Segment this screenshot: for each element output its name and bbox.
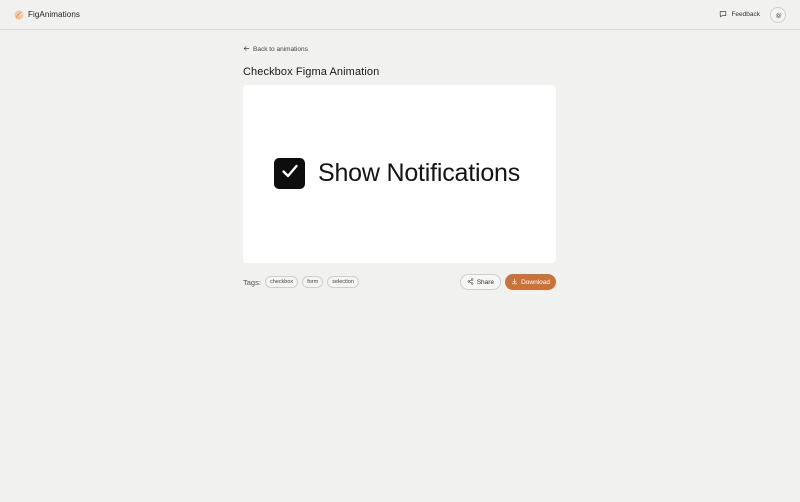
demo-label: Show Notifications [318, 159, 521, 187]
main-content: Back to animations Checkbox Figma Animat… [243, 43, 556, 290]
share-icon [467, 277, 474, 287]
feedback-label: Feedback [731, 11, 760, 18]
demo-checkbox [274, 158, 305, 189]
settings-button[interactable] [770, 6, 786, 24]
back-label: Back to animations [253, 45, 308, 53]
brand-name: FigAnimations [28, 10, 80, 19]
demo-checkbox-row: Show Notifications [274, 158, 520, 189]
checkmark-icon [280, 161, 300, 186]
animation-preview: Show Notifications [243, 85, 556, 263]
page-title: Checkbox Figma Animation [243, 66, 380, 78]
feedback-button[interactable]: Feedback [719, 10, 760, 20]
download-icon [511, 278, 518, 287]
back-link[interactable]: Back to animations [243, 43, 556, 55]
meta-row: Tags: checkbox form selection Share Down… [243, 274, 556, 290]
brand-link[interactable]: FigAnimations [14, 9, 80, 20]
actions: Share Download [459, 274, 556, 290]
tag-checkbox[interactable]: checkbox [264, 276, 299, 288]
swirl-logo-icon [14, 9, 24, 20]
chat-icon [719, 10, 727, 20]
tags-list: Tags: checkbox form selection [243, 276, 359, 288]
tags-label: Tags: [243, 277, 261, 287]
top-bar: FigAnimations Feedback [0, 0, 800, 30]
gear-icon [775, 6, 782, 24]
share-button[interactable]: Share [459, 274, 502, 290]
download-button[interactable]: Download [505, 274, 556, 290]
tag-selection[interactable]: selection [327, 276, 359, 288]
tag-form[interactable]: form [302, 276, 324, 288]
share-label: Share [476, 278, 495, 286]
arrow-left-icon [243, 45, 250, 54]
download-label: Download [521, 278, 550, 286]
